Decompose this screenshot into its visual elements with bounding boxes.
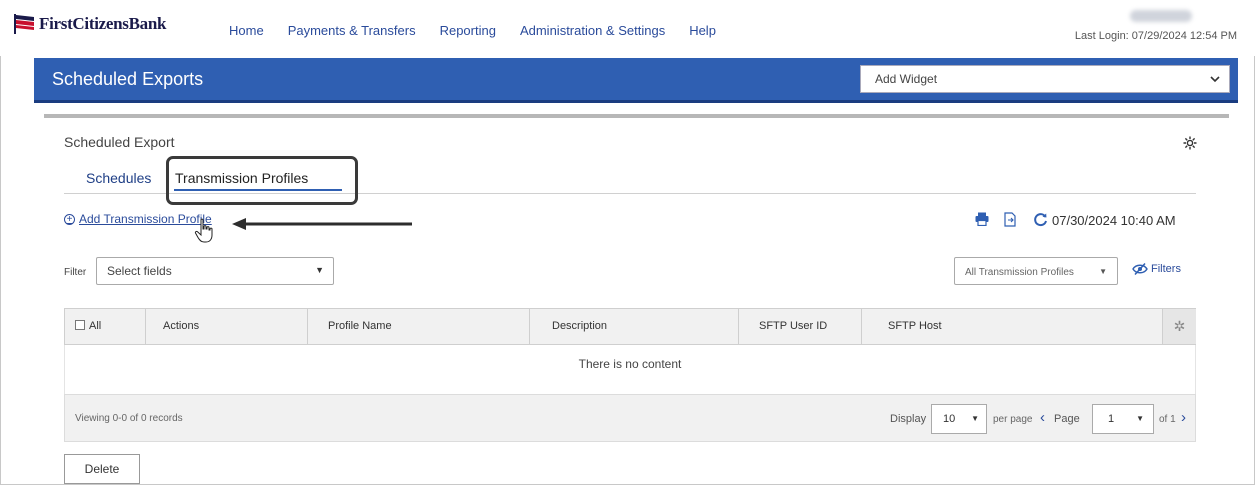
export-file-icon[interactable]	[1004, 212, 1017, 227]
empty-table-message: There is no content	[64, 345, 1196, 394]
nav-home[interactable]: Home	[229, 23, 264, 38]
column-divider	[529, 309, 530, 344]
chevron-down-icon	[1210, 76, 1220, 83]
add-transmission-profile-label: Add Transmission Profile	[79, 212, 212, 226]
filter-fields-select[interactable]: Select fields ▼	[96, 257, 334, 285]
page-number-select[interactable]: 1 ▼	[1092, 404, 1154, 434]
flag-logo-icon	[14, 14, 34, 34]
nav-administration-settings[interactable]: Administration & Settings	[520, 23, 665, 38]
plus-circle-icon: +	[64, 213, 75, 225]
add-widget-label: Add Widget	[875, 72, 938, 86]
select-all-label: All	[89, 320, 102, 332]
main-nav: Home Payments & Transfers Reporting Admi…	[229, 23, 740, 38]
column-divider	[307, 309, 308, 344]
bank-logo[interactable]: FirstCitizensBank	[13, 14, 166, 34]
transmission-profiles-table: All Actions Profile Name Description SFT…	[64, 308, 1196, 442]
page-number-value: 1	[1108, 413, 1115, 425]
print-icon[interactable]	[975, 212, 989, 226]
top-navigation: FirstCitizensBank Home Payments & Transf…	[0, 0, 1255, 56]
page-size-select[interactable]: 10 ▼	[931, 404, 987, 434]
profile-scope-value: All Transmission Profiles	[965, 267, 1074, 278]
last-login: Last Login: 07/29/2024 12:54 PM	[1074, 30, 1237, 42]
nav-payments-transfers[interactable]: Payments & Transfers	[288, 23, 416, 38]
previous-page-chevron-icon[interactable]: ‹	[1040, 409, 1045, 426]
panel-settings-gear-icon[interactable]	[1182, 135, 1198, 151]
next-page-chevron-icon[interactable]: ›	[1181, 409, 1186, 426]
filter-label: Filter	[64, 267, 87, 278]
panel-top-divider	[44, 114, 1229, 118]
select-all-checkbox[interactable]	[75, 320, 85, 330]
column-sftp-host[interactable]: SFTP Host	[888, 309, 942, 344]
column-divider	[145, 309, 146, 344]
column-settings-gear-icon[interactable]: ✲	[1162, 309, 1196, 344]
page-label: Page	[1054, 413, 1080, 425]
tab-schedules[interactable]: Schedules	[86, 170, 151, 186]
header-underline	[34, 100, 1238, 103]
profile-scope-select[interactable]: All Transmission Profiles ▼	[954, 257, 1118, 285]
column-description[interactable]: Description	[552, 309, 607, 344]
delete-button[interactable]: Delete	[64, 454, 140, 484]
caret-down-icon: ▼	[1099, 267, 1107, 276]
page-title: Scheduled Exports	[52, 69, 204, 89]
refresh-timestamp: 07/30/2024 10:40 AM	[1052, 213, 1176, 228]
filter-fields-placeholder: Select fields	[107, 264, 172, 278]
panel-title: Scheduled Export	[64, 134, 175, 150]
display-label: Display	[890, 413, 927, 425]
column-sftp-user-id[interactable]: SFTP User ID	[759, 309, 827, 344]
filters-toggle[interactable]: Filters	[1132, 263, 1181, 275]
nav-help[interactable]: Help	[689, 23, 716, 38]
add-transmission-profile-link[interactable]: + Add Transmission Profile	[64, 212, 212, 226]
column-profile-name[interactable]: Profile Name	[328, 309, 392, 344]
page-header: Scheduled Exports Add Widget	[34, 58, 1238, 100]
caret-down-icon: ▼	[315, 265, 324, 275]
page-size-value: 10	[943, 413, 956, 425]
add-widget-select[interactable]: Add Widget	[860, 65, 1230, 93]
column-divider	[738, 309, 739, 344]
table-footer: Viewing 0-0 of 0 records Display 10 ▼ pe…	[64, 394, 1196, 442]
column-actions: Actions	[163, 320, 200, 332]
tab-callout-highlight	[166, 156, 358, 205]
caret-down-icon: ▼	[971, 414, 979, 423]
caret-down-icon: ▼	[1136, 414, 1144, 423]
annotation-arrow-icon	[232, 218, 412, 230]
refresh-icon[interactable]	[1033, 212, 1048, 227]
redacted-username	[1130, 10, 1192, 22]
column-divider	[861, 309, 862, 344]
filters-label: Filters	[1151, 263, 1181, 275]
per-page-label: per page	[993, 414, 1033, 425]
table-header: All Actions Profile Name Description SFT…	[64, 308, 1196, 345]
nav-reporting[interactable]: Reporting	[440, 23, 496, 38]
bank-name: FirstCitizensBank	[39, 14, 167, 33]
hand-pointer-cursor-icon	[194, 218, 213, 243]
hide-filter-icon	[1132, 263, 1148, 275]
select-all-header[interactable]: All	[75, 309, 101, 344]
total-pages: of 1	[1159, 414, 1176, 425]
record-count: Viewing 0-0 of 0 records	[75, 413, 183, 424]
